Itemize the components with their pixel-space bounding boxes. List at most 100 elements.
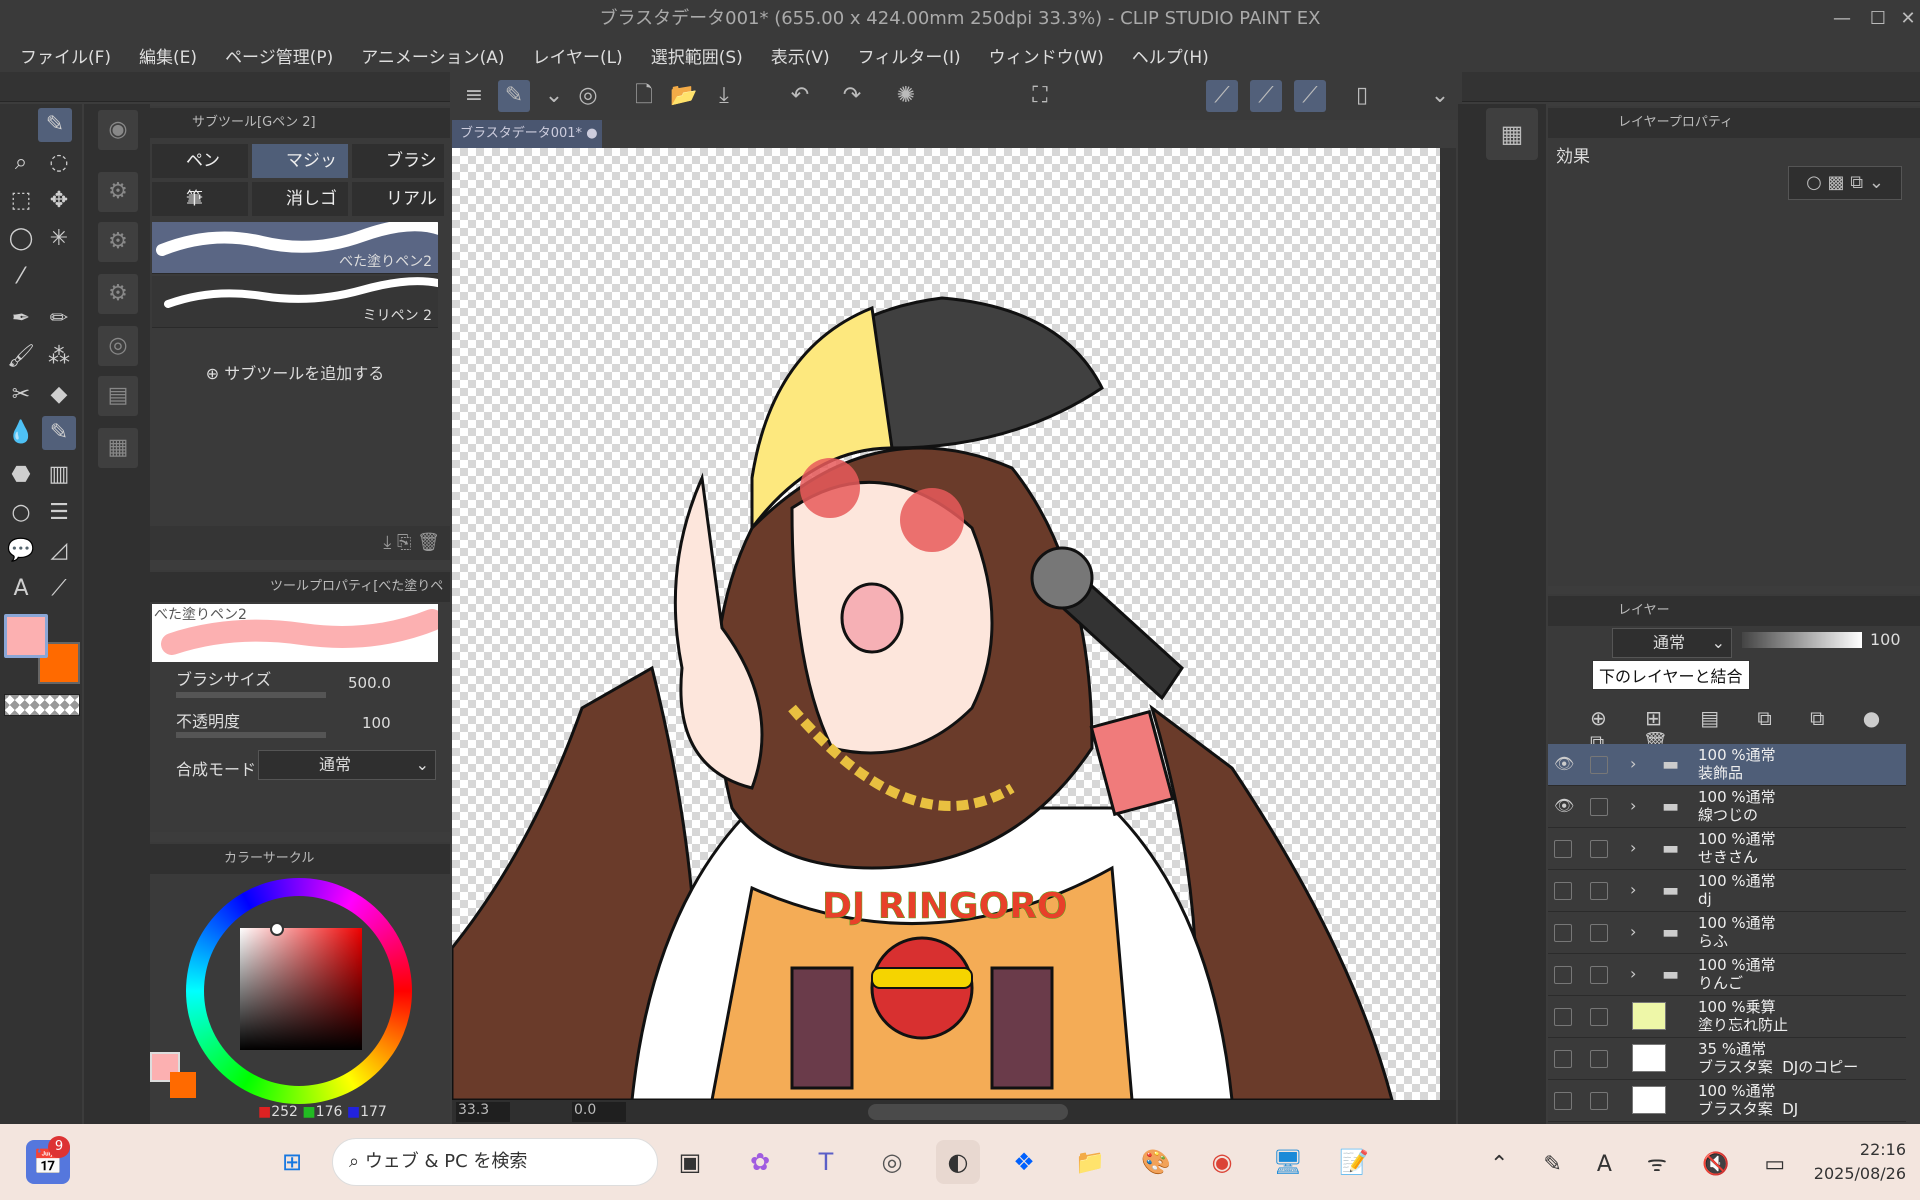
layer-opacity-slider[interactable]	[1742, 632, 1862, 648]
chevron-right-icon[interactable]: ›	[1630, 964, 1636, 983]
save-icon[interactable]: ⤓	[708, 80, 740, 112]
magic-wand-icon[interactable]: ✳	[42, 222, 76, 256]
eraser-icon[interactable]: ◆	[42, 378, 76, 412]
visibility-icon[interactable]: 👁	[1554, 754, 1574, 774]
subtool-group-icon[interactable]: ◉	[98, 110, 138, 150]
lock-checkbox[interactable]	[1590, 840, 1608, 858]
subtool-tab-fude[interactable]: 筆	[152, 182, 248, 216]
menu-filter[interactable]: フィルター(I)	[858, 43, 961, 68]
zoom-field[interactable]: 33.3	[456, 1102, 510, 1122]
transparent-color-swatch[interactable]	[4, 694, 80, 716]
subtool-tab-brush[interactable]: ブラシ	[352, 144, 444, 178]
chevron-right-icon[interactable]: ›	[1630, 796, 1636, 815]
layer-row[interactable]: 👁 › ▬ 100 %通常 線つじの	[1548, 786, 1906, 828]
clip-studio-launcher-icon[interactable]: ◎	[870, 1140, 914, 1184]
chevron-down-icon[interactable]: ⌄	[538, 80, 570, 112]
file-explorer-icon[interactable]: 📁	[1068, 1140, 1112, 1184]
menu-help[interactable]: ヘルプ(H)	[1132, 43, 1209, 68]
menu-file[interactable]: ファイル(F)	[20, 43, 111, 68]
add-subtool-button[interactable]: ⊕ サブツールを追加する	[152, 360, 438, 386]
visibility-icon[interactable]	[1554, 966, 1572, 984]
pencil-icon[interactable]: ✏	[42, 302, 76, 336]
loading-icon[interactable]: ✺	[890, 80, 922, 112]
brush-item-selected[interactable]: べた塗りペン2	[152, 219, 448, 274]
selection-tool-icon[interactable]: ◌	[42, 146, 76, 180]
menu-layer[interactable]: レイヤー(L)	[532, 43, 622, 68]
blend-icon[interactable]: 💧	[4, 416, 38, 450]
redo-icon[interactable]: ↷	[836, 80, 868, 112]
subtool-group-icon[interactable]: ◎	[98, 326, 138, 366]
visibility-icon[interactable]	[1554, 924, 1572, 942]
main-color-swatch[interactable]	[4, 614, 48, 658]
clip-studio-icon[interactable]: ◎	[572, 80, 604, 112]
undo-icon[interactable]: ↶	[784, 80, 816, 112]
subtool-tab-pencil[interactable]: リアル鉛	[352, 182, 444, 243]
teams-icon[interactable]: T	[804, 1140, 848, 1184]
menu-page[interactable]: ページ管理(P)	[225, 43, 333, 68]
pen-icon[interactable]: ✒	[4, 302, 38, 336]
new-file-icon[interactable]: 🗋	[628, 80, 660, 112]
lock-checkbox[interactable]	[1590, 924, 1608, 942]
close-icon[interactable]: ✕	[1890, 0, 1920, 38]
layer-row[interactable]: › ▬ 100 %通常 dj	[1548, 870, 1906, 912]
ruler-icon[interactable]: ◿	[42, 534, 76, 568]
opacity-value[interactable]: 100	[362, 714, 391, 732]
lock-checkbox[interactable]	[1590, 966, 1608, 984]
visibility-icon[interactable]	[1554, 882, 1572, 900]
figure-icon[interactable]: ○	[4, 496, 38, 530]
correct-line-icon[interactable]: ⟋	[42, 572, 76, 606]
layer-row[interactable]: › ▬ 100 %通常 りんご	[1548, 954, 1906, 996]
decoration-icon[interactable]: ✂	[4, 378, 38, 412]
lock-checkbox[interactable]	[1590, 1050, 1608, 1068]
brush-item[interactable]: ミリペン 2	[152, 276, 446, 328]
layer-row[interactable]: 100 %通常 ブラスタ案 DJ	[1548, 1080, 1906, 1122]
lock-checkbox[interactable]	[1590, 1092, 1608, 1110]
horizontal-scrollbar[interactable]	[868, 1104, 1068, 1120]
menu-animation[interactable]: アニメーション(A)	[361, 43, 504, 68]
fill-bucket-icon[interactable]: ⬣	[4, 458, 38, 492]
brush-size-value[interactable]: 500.0	[348, 674, 391, 692]
transform-icon[interactable]: ⛶	[1024, 80, 1056, 112]
lock-checkbox[interactable]	[1590, 798, 1608, 816]
minimize-icon[interactable]: —	[1824, 0, 1860, 38]
task-view-icon[interactable]: ▣	[668, 1140, 712, 1184]
zoom-tool-icon[interactable]: ⌕	[4, 146, 38, 180]
subtool-group-icon[interactable]: ⚙	[98, 274, 138, 314]
copy-icon[interactable]: ⤓ ⎘ 🗑	[383, 532, 440, 553]
menu-icon[interactable]: ≡	[458, 80, 490, 112]
snap-special-icon[interactable]: ⟋	[1294, 80, 1326, 112]
chrome-icon[interactable]: ◉	[1200, 1140, 1244, 1184]
layer-blend-select[interactable]: 通常 ⌄	[1612, 628, 1732, 658]
visibility-icon[interactable]	[1554, 840, 1572, 858]
paint-icon[interactable]: 🎨	[1134, 1140, 1178, 1184]
opacity-slider[interactable]	[176, 732, 326, 738]
move-tool-icon[interactable]: ✥	[42, 184, 76, 218]
subtool-group-icon[interactable]: ▤	[98, 376, 138, 416]
clock-date[interactable]: 2025/08/26	[1812, 1164, 1906, 1183]
system-tray[interactable]: ⌃ ✎ A ᯤ 🔇 ▭	[1490, 1148, 1799, 1178]
menu-window[interactable]: ウィンドウ(W)	[989, 43, 1104, 68]
visibility-icon[interactable]	[1554, 1008, 1572, 1026]
taskbar-search[interactable]: ⌕ ウェブ & PC を検索	[332, 1138, 658, 1186]
balloon-icon[interactable]: 💬	[4, 534, 38, 568]
pen-tool-icon[interactable]: ✎	[38, 108, 72, 142]
subtool-tab-magic[interactable]: マジック	[252, 144, 348, 205]
fill-pen-icon[interactable]: ✎	[42, 416, 76, 450]
lock-checkbox[interactable]	[1590, 756, 1608, 774]
airbrush-icon[interactable]: ⁂	[42, 340, 76, 374]
chevron-right-icon[interactable]: ›	[1630, 922, 1636, 941]
layer-row[interactable]: 100 %乗算 塗り忘れ防止	[1548, 996, 1906, 1038]
frame-icon[interactable]: ☰	[42, 496, 76, 530]
snap-ruler-icon[interactable]: ⟋	[1250, 80, 1282, 112]
rotation-field[interactable]: 0.0	[572, 1102, 626, 1122]
chevron-right-icon[interactable]: ›	[1630, 754, 1636, 773]
subtool-tab-eraser[interactable]: 消しゴム	[252, 182, 348, 243]
vertical-scrollbar[interactable]	[1440, 148, 1456, 1100]
open-file-icon[interactable]: 📂	[668, 80, 700, 112]
visibility-icon[interactable]: 👁	[1554, 796, 1574, 816]
layer-row[interactable]: 👁 › ▬ 100 %通常 装飾品	[1548, 744, 1906, 786]
layer-row[interactable]: 35 %通常 ブラスタ案 DJのコピー	[1548, 1038, 1906, 1080]
notepad-icon[interactable]: 📝	[1332, 1140, 1376, 1184]
subtool-group-icon[interactable]: ⚙	[98, 222, 138, 262]
chevron-right-icon[interactable]: ›	[1630, 880, 1636, 899]
